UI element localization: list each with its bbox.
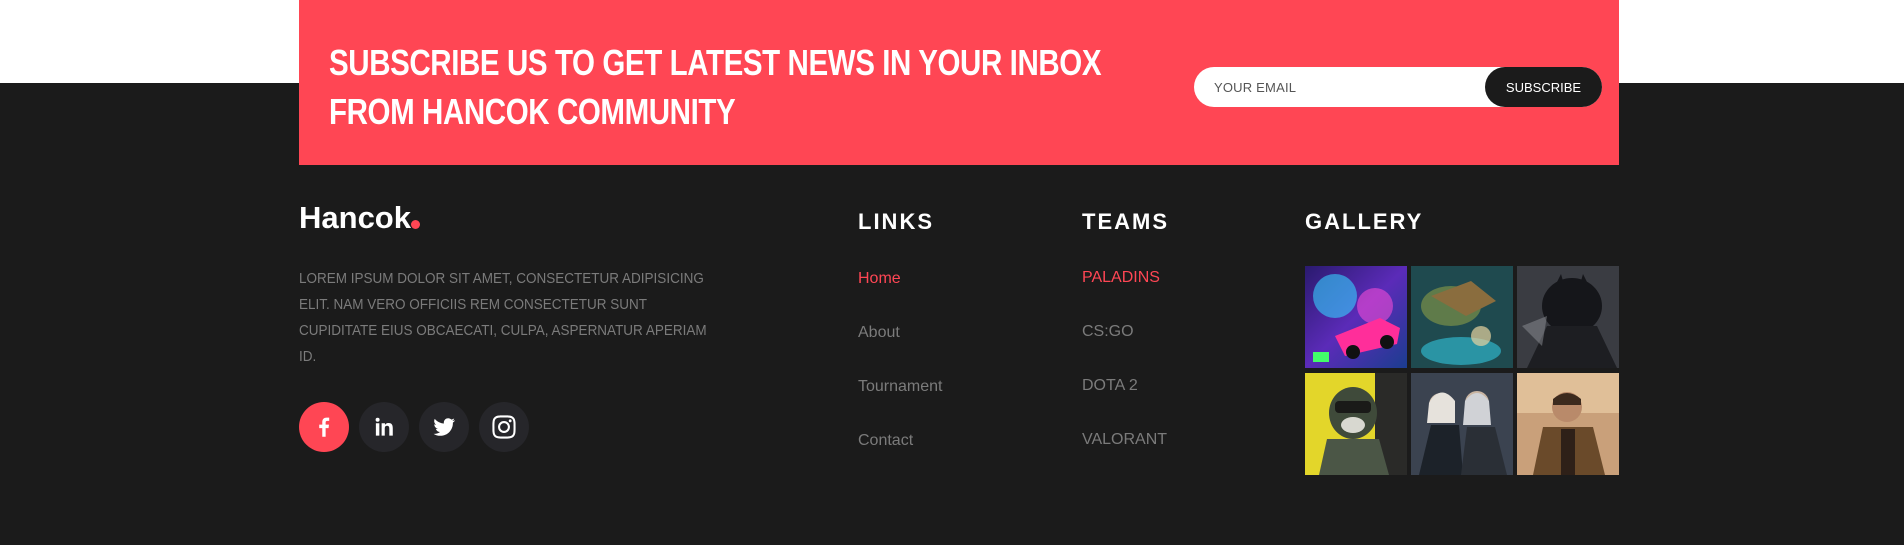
team-csgo[interactable]: CS:GO: [1082, 322, 1134, 342]
gallery-image-gta[interactable]: [1517, 373, 1619, 475]
team-dota2[interactable]: DOTA 2: [1082, 376, 1138, 396]
team-valorant[interactable]: VALORANT: [1082, 430, 1167, 450]
linkedin-button[interactable]: [359, 402, 409, 452]
gallery-heading: GALLERY: [1305, 209, 1424, 234]
twitter-icon: [433, 418, 456, 436]
linkedin-icon: [375, 417, 393, 436]
brand-logo[interactable]: Hancok: [299, 198, 411, 238]
teams-heading: TEAMS: [1082, 209, 1169, 234]
gallery-image-cod-soldier[interactable]: [1305, 373, 1407, 475]
gallery-image-batman[interactable]: [1517, 266, 1619, 368]
instagram-button[interactable]: [479, 402, 529, 452]
subscribe-heading-line2: FROM HANCOK COMMUNITY: [329, 91, 736, 132]
team-paladins[interactable]: PALADINS: [1082, 268, 1160, 288]
subscribe-form: SUBSCRIBE: [1194, 67, 1602, 107]
link-home[interactable]: Home: [858, 269, 901, 289]
link-tournament[interactable]: Tournament: [858, 377, 943, 397]
link-about[interactable]: About: [858, 323, 900, 343]
gallery-image-witcher[interactable]: [1411, 373, 1513, 475]
subscribe-button[interactable]: SUBSCRIBE: [1485, 67, 1602, 107]
facebook-button[interactable]: [299, 402, 349, 452]
links-heading: LINKS: [858, 209, 934, 234]
gallery-image-dragon[interactable]: [1411, 266, 1513, 368]
facebook-icon: [319, 417, 330, 437]
link-contact[interactable]: Contact: [858, 431, 913, 451]
instagram-icon: [492, 415, 516, 439]
gallery-image-rocket-car[interactable]: [1305, 266, 1407, 368]
subscribe-heading-line1: SUBSCRIBE US TO GET LATEST NEWS IN YOUR …: [329, 42, 1102, 83]
brand-description: LOREM IPSUM DOLOR SIT AMET, CONSECTETUR …: [299, 270, 707, 365]
subscribe-banner: SUBSCRIBE US TO GET LATEST NEWS IN YOUR …: [299, 0, 1619, 165]
brand-dot: [411, 220, 420, 229]
subscribe-heading: SUBSCRIBE US TO GET LATEST NEWS IN YOUR …: [329, 38, 1102, 136]
email-input[interactable]: [1194, 67, 1484, 107]
twitter-button[interactable]: [419, 402, 469, 452]
